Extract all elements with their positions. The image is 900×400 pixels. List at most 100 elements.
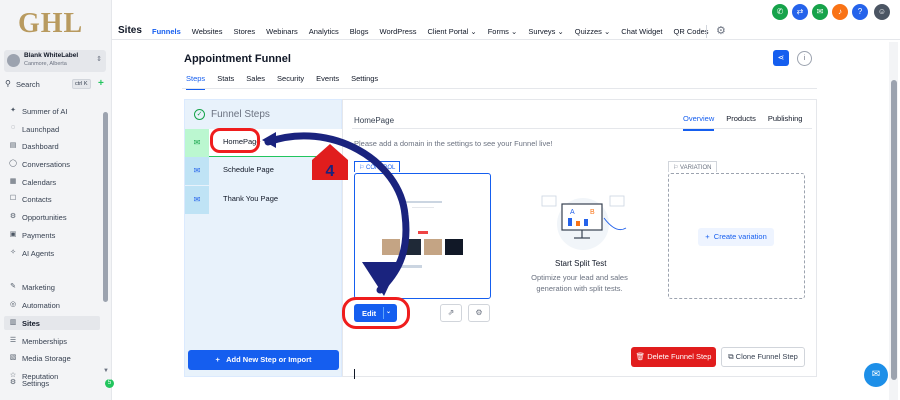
announcement-icon[interactable]: ✉ [812,4,828,20]
split-test-title: Start Split Test [555,259,607,268]
top-menu-quizzes[interactable]: Quizzes ⌄ [575,27,610,36]
top-menu-qr-codes[interactable]: QR Codes [674,27,709,36]
sidebar-item-conversations[interactable]: ◯ Conversations [4,157,100,171]
domain-notice: Please add a domain in the settings to s… [354,139,553,148]
funnel-title: Appointment Funnel [184,53,291,65]
help-icon[interactable]: ? [852,4,868,20]
dashboard-icon: ▤ [9,142,17,149]
top-menu-blogs[interactable]: Blogs [350,27,369,36]
chevron-updown-icon: ⇕ [96,56,102,63]
add-step-button[interactable]: + Add New Step or Import [188,350,339,370]
share-icon[interactable]: ⋖ [773,50,789,66]
top-menu-divider [706,25,707,38]
phone-icon[interactable]: ✆ [772,4,788,20]
edit-highlight-ring [342,297,410,329]
thumb-image [382,239,400,255]
sidebar-item-summer-of-ai[interactable]: ✦ Summer of AI [4,104,100,118]
sites-icon: ▥ [9,319,17,326]
top-menu-chat-widget[interactable]: Chat Widget [621,27,662,36]
info-icon[interactable]: i [797,51,812,66]
sidebar-item-label: Dashboard [22,142,59,151]
sidebar-item-sites[interactable]: ▥ Sites [4,316,100,330]
sidebar-item-dashboard[interactable]: ▤ Dashboard [4,139,100,153]
search-icon: ⚲ [5,79,11,88]
sidebar-item-label: Summer of AI [22,107,68,116]
funnel-step-thank-you-page[interactable]: ✉ Thank You Page [185,186,343,214]
bell-icon[interactable]: ♪ [832,4,848,20]
notification-badge[interactable]: 5 [105,379,114,388]
illus-label-a: A [570,209,575,216]
sidebar-item-launchpad[interactable]: ◌ Launchpad [4,122,100,136]
detail-tabs-divider [352,128,812,129]
chat-support-icon[interactable]: ✉ [864,363,888,387]
top-menu: Funnels Websites Stores Webinars Analyti… [152,27,709,36]
top-menu-webinars[interactable]: Webinars [266,27,298,36]
thumb-heading [404,201,442,203]
automation-icon: ◎ [9,301,17,308]
ai-agents-icon: ✧ [10,249,16,256]
page-thumbnail [382,195,464,275]
payments-icon: ▣ [9,231,17,238]
quick-add-icon[interactable]: + [98,78,104,89]
memberships-icon: ☰ [9,337,17,344]
step-page-name: HomePage [354,116,395,125]
sidebar-item-ai-agents[interactable]: ✧ AI Agents [4,246,100,260]
top-menu-analytics[interactable]: Analytics [309,27,339,36]
sidebar-item-memberships[interactable]: ☰ Memberships [4,334,100,348]
sidebar-item-label: Payments [22,231,56,240]
top-menu-stores[interactable]: Stores [233,27,255,36]
help-switch-icon[interactable]: ⇄ [792,4,808,20]
envelope-icon: ✉ [185,186,209,214]
sidebar-item-contacts[interactable]: ☐ Contacts [4,192,100,206]
funnel-step-schedule-page[interactable]: ✉ Schedule Page [185,157,343,185]
sidebar-item-payments[interactable]: ▣ Payments [4,228,100,242]
sidebar-item-media-storage[interactable]: ▧ Media Storage [4,351,100,365]
sidebar-scrollbar[interactable] [103,112,108,302]
account-name: Blank WhiteLabel [24,52,79,59]
top-menu-forms[interactable]: Forms ⌄ [488,27,518,36]
sidebar-search[interactable]: ⚲ Search ctrl K + [4,78,106,92]
sidebar-item-label: Memberships [22,337,68,346]
top-menu-wordpress[interactable]: WordPress [380,27,417,36]
account-avatar [7,54,20,67]
top-menu-funnels[interactable]: Funnels [152,27,181,36]
tabs-divider [182,88,817,89]
settings-icon: ⚙ [9,379,17,386]
calendar-icon: ▦ [9,178,17,185]
gear-icon[interactable]: ⚙ [716,24,726,37]
sparkle-icon: ✦ [10,107,16,114]
top-menu-client-portal[interactable]: Client Portal ⌄ [427,27,476,36]
sidebar-item-settings[interactable]: ⚙ Settings [4,376,100,390]
sidebar-item-automation[interactable]: ◎ Automation [4,298,100,312]
top-menu-websites[interactable]: Websites [192,27,223,36]
thumb-footer [398,265,422,268]
open-external-icon[interactable]: ⇗ [440,304,462,322]
flag-icon: ⚐ [359,165,367,171]
sidebar-item-label: Calendars [22,178,57,187]
page-scrollbar[interactable] [891,80,897,380]
delete-funnel-step-button[interactable]: 🗑 Delete Funnel Step [631,347,716,367]
clone-funnel-step-button[interactable]: ⧉ Clone Funnel Step [721,347,805,367]
sidebar-item-label: Media Storage [22,354,71,363]
create-variation-button[interactable]: + Create variation [698,228,774,246]
top-menu-surveys[interactable]: Surveys ⌄ [528,27,563,36]
sidebar-item-marketing[interactable]: ✎ Marketing [4,280,100,294]
split-test-illustration: A B [541,195,627,250]
split-test-description: Optimize your lead and sales generation … [531,273,628,293]
sidebar-item-calendars[interactable]: ▦ Calendars [4,175,100,189]
account-switcher[interactable]: Blank WhiteLabel Canmore, Alberta ⇕ [4,50,106,72]
thumb-image [403,239,421,255]
section-title: Sites [118,25,142,36]
illus-label-b: B [590,209,595,216]
scroll-down-icon[interactable]: ▼ [103,368,109,374]
search-label: Search [16,80,40,89]
sidebar-item-opportunities[interactable]: ⚙ Opportunities [4,210,100,224]
plus-icon: + [215,355,227,364]
chat-icon: ◯ [9,160,17,167]
top-navigation: Sites Funnels Websites Stores Webinars A… [112,0,900,40]
settings-cog-icon[interactable]: ⚙ [468,304,490,322]
funnel-step-homepage[interactable]: ✉ HomePage [185,129,343,157]
brand-logo[interactable]: GHL [18,8,83,40]
user-avatar[interactable]: ☺ [874,4,890,20]
envelope-icon: ✉ [185,129,209,157]
